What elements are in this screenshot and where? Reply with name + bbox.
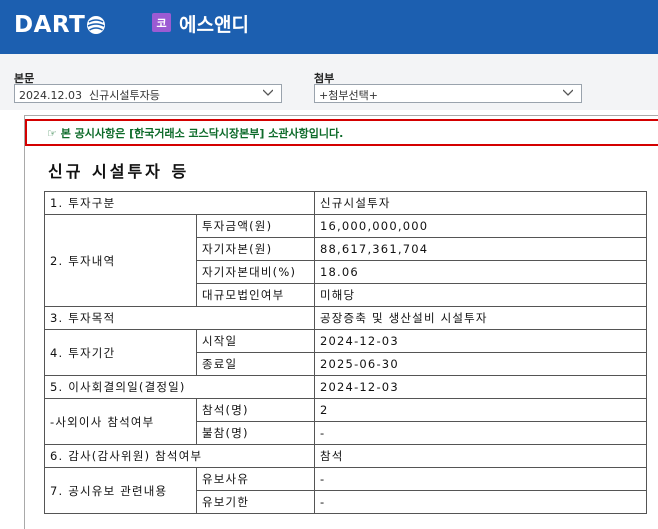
sub-label: 대규모법인여부 [196,283,315,307]
table-row: 7. 공시유보 관련내용 유보사유 - [44,467,647,514]
chevron-down-icon [263,89,273,96]
top-header: DART 코 에스앤디 [0,0,658,54]
table-row: -사외이사 참석여부 참석(명) 2 [44,398,647,445]
jurisdiction-notice: ☞ 본 공시사항은 [한국거래소 코스닥시장본부] 소관사항입니다. [25,119,658,146]
row-label: -사외이사 참석여부 [44,398,197,445]
row-value: 2 [314,398,647,422]
sub-label: 자기자본대비(%) [196,260,315,284]
row-label: 7. 공시유보 관련내용 [44,467,197,514]
notice-text: 본 공시사항은 [한국거래소 코스닥시장본부] 소관사항입니다. [60,127,344,140]
sub-label: 참석(명) [196,398,315,422]
logo-globe-icon [87,16,106,34]
table-row: 6. 감사(감사위원) 참석여부 참석 [44,444,647,468]
table-row: 3. 투자목적 공장증축 및 생산설비 시설투자 [44,306,647,330]
pointing-hand-icon: ☞ [47,127,57,140]
row-label: 5. 이사회결의일(결정일) [44,375,315,399]
sub-label: 시작일 [196,329,315,353]
table-row: 4. 투자기간 시작일 2024-12-03 [44,329,647,376]
row-label: 1. 투자구분 [44,191,315,215]
dart-logo[interactable]: DART [14,11,106,39]
row-value: 88,617,361,704 [314,237,647,261]
document-title: 신규 시설투자 등 [48,162,190,181]
sub-label: 유보사유 [196,467,315,491]
row-value: - [314,467,647,491]
attach-select[interactable]: +첨부선택+ [314,84,582,103]
sub-label: 종료일 [196,352,315,376]
row-value: 18.06 [314,260,647,284]
row-value: 2024-12-03 [314,375,647,399]
row-value: 16,000,000,000 [314,214,647,238]
body-select[interactable]: 2024.12.03 신규시설투자등 [14,84,282,103]
body-select-value: 2024.12.03 신규시설투자등 [19,89,160,102]
row-value: 미해당 [314,283,647,307]
row-value: 공장증축 및 생산설비 시설투자 [314,306,647,330]
row-label: 6. 감사(감사위원) 참석여부 [44,444,315,468]
sub-label: 유보기한 [196,490,315,514]
row-value: 참석 [314,444,647,468]
row-value: 2025-06-30 [314,352,647,376]
row-value: 2024-12-03 [314,329,647,353]
row-label: 3. 투자목적 [44,306,315,330]
row-label: 4. 투자기간 [44,329,197,376]
sub-label: 자기자본(원) [196,237,315,261]
row-value: 신규시설투자 [314,191,647,215]
company-name[interactable]: 에스앤디 [179,10,249,37]
sub-label: 불참(명) [196,421,315,445]
disclosure-table: 1. 투자구분 신규시설투자 2. 투자내역 투자금액(원) 16,000,00… [44,191,647,514]
table-row: 1. 투자구분 신규시설투자 [44,191,647,215]
market-badge: 코 [152,13,171,32]
table-row: 2. 투자내역 투자금액(원) 16,000,000,000 [44,214,647,307]
row-value: - [314,421,647,445]
sub-label: 투자금액(원) [196,214,315,238]
chevron-down-icon [563,89,573,96]
attach-select-value: +첨부선택+ [319,89,378,102]
table-row: 5. 이사회결의일(결정일) 2024-12-03 [44,375,647,399]
row-value: - [314,490,647,514]
logo-text: DART [14,12,86,38]
row-label: 2. 투자내역 [44,214,197,307]
